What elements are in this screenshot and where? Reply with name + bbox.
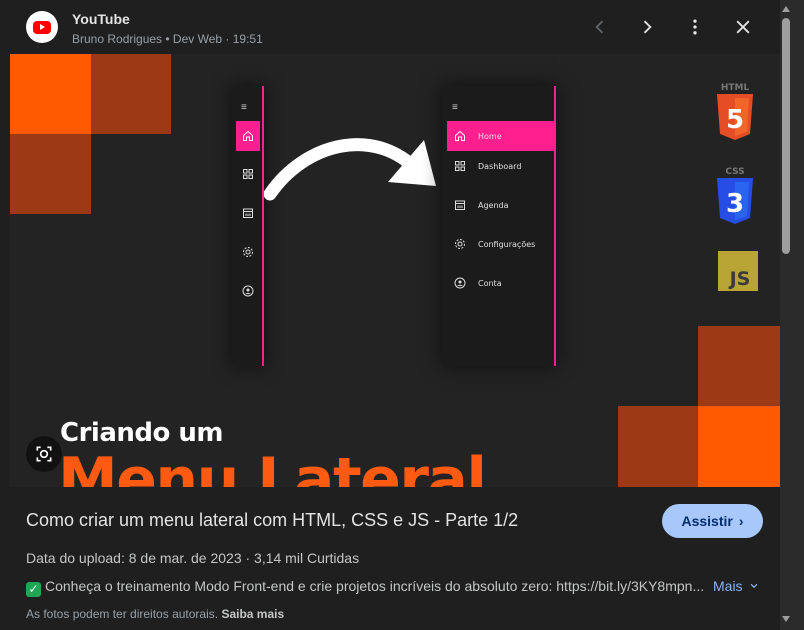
copyright-notice: As fotos podem ter direitos autorais. Sa… [26,607,284,621]
panel-header: YouTube Bruno Rodrigues • Dev Web · 19:5… [0,0,780,54]
mock-agenda-item [242,207,254,219]
html-badge-number: 5 [726,105,744,135]
calendar-icon [455,200,465,210]
dashboard-icon [455,161,465,171]
more-button[interactable]: Mais [713,578,759,594]
curved-arrow-icon [264,138,436,201]
mock-menu-item: Dashboard [454,160,521,172]
mock-menu-item: Home [447,121,554,151]
youtube-logo[interactable] [26,11,58,43]
css3-badge: CSS 3 [717,167,753,224]
mock-menu-label: Configurações [478,239,536,249]
mock-menu-item: Conta [454,277,502,289]
chevron-left-icon [595,20,604,34]
gear-icon [243,247,253,257]
check-mark-icon: ✓ [26,582,41,597]
close-icon [736,20,750,34]
js-badge: JS [718,251,758,291]
account-icon [242,285,254,297]
video-description: ✓ Conheça o treinamento Modo Front-end e … [26,578,712,597]
mock-menu-label: Home [478,131,502,141]
decor-square [10,54,91,134]
mock-sidebar-collapsed: ≡ [232,86,264,366]
dashboard-icon [243,169,253,179]
thumbnail-title-line2: Menu Lateral [58,445,487,487]
mock-menu-item: Agenda [454,199,509,211]
more-label: Mais [713,578,743,594]
lens-icon [36,446,52,462]
upload-info: Data do upload: 8 de mar. de 2023 · 3,14… [26,550,360,566]
decor-square [618,406,698,487]
visual-search-button[interactable] [26,436,62,472]
mock-dashboard-item [242,168,254,180]
site-name[interactable]: YouTube [72,11,130,27]
chevron-right-icon [643,20,652,34]
copyright-text: As fotos podem ter direitos autorais. [26,607,219,621]
video-meta: Bruno Rodrigues • Dev Web · 19:51 [72,32,263,46]
hamburger-icon: ≡ [452,102,458,113]
mock-menu-label: Dashboard [478,161,522,171]
mock-settings-item [242,246,254,258]
html-badge-text: HTML [721,83,750,93]
calendar-icon [243,208,253,218]
css-badge-number: 3 [726,189,744,219]
more-vert-icon [693,19,697,35]
chevron-right-icon: › [738,513,744,529]
scroll-up-arrow[interactable] [782,6,790,12]
mock-menu-label: Agenda [478,200,509,210]
mock-sidebar-expanded: ≡ Home Dashboard Agenda Configurações Conta [442,86,556,366]
more-options-button[interactable] [682,14,708,40]
mock-menu-item: Configurações [454,238,535,250]
video-thumbnail[interactable]: ≡ ≡ Home Dashboard Agenda Configurações Cont… [10,54,780,487]
decor-square [698,326,780,406]
hamburger-icon: ≡ [241,102,247,113]
previous-button[interactable] [587,14,613,40]
video-title[interactable]: Como criar um menu lateral com HTML, CSS… [26,510,518,531]
js-badge-text: JS [728,268,751,290]
scrollbar-thumb[interactable] [782,18,790,254]
home-icon [455,130,465,141]
close-button[interactable] [730,14,756,40]
account-icon [454,277,466,289]
decor-square [91,54,171,134]
home-icon [243,130,253,141]
mock-menu-label: Conta [478,278,502,288]
chevron-down-icon [751,583,758,589]
html5-badge: HTML 5 [717,83,753,140]
mock-account-item [242,285,254,297]
mock-home-item [236,121,260,151]
next-button[interactable] [634,14,660,40]
scroll-down-arrow[interactable] [782,616,790,622]
watch-button[interactable]: Assistir › [662,504,763,538]
watch-button-label: Assistir [681,513,733,529]
decor-square [10,134,91,214]
learn-more-link[interactable]: Saiba mais [221,607,284,621]
decor-square [698,406,780,487]
description-text: Conheça o treinamento Modo Front-end e c… [45,578,705,594]
css-badge-text: CSS [725,167,744,177]
gear-icon [455,239,465,249]
